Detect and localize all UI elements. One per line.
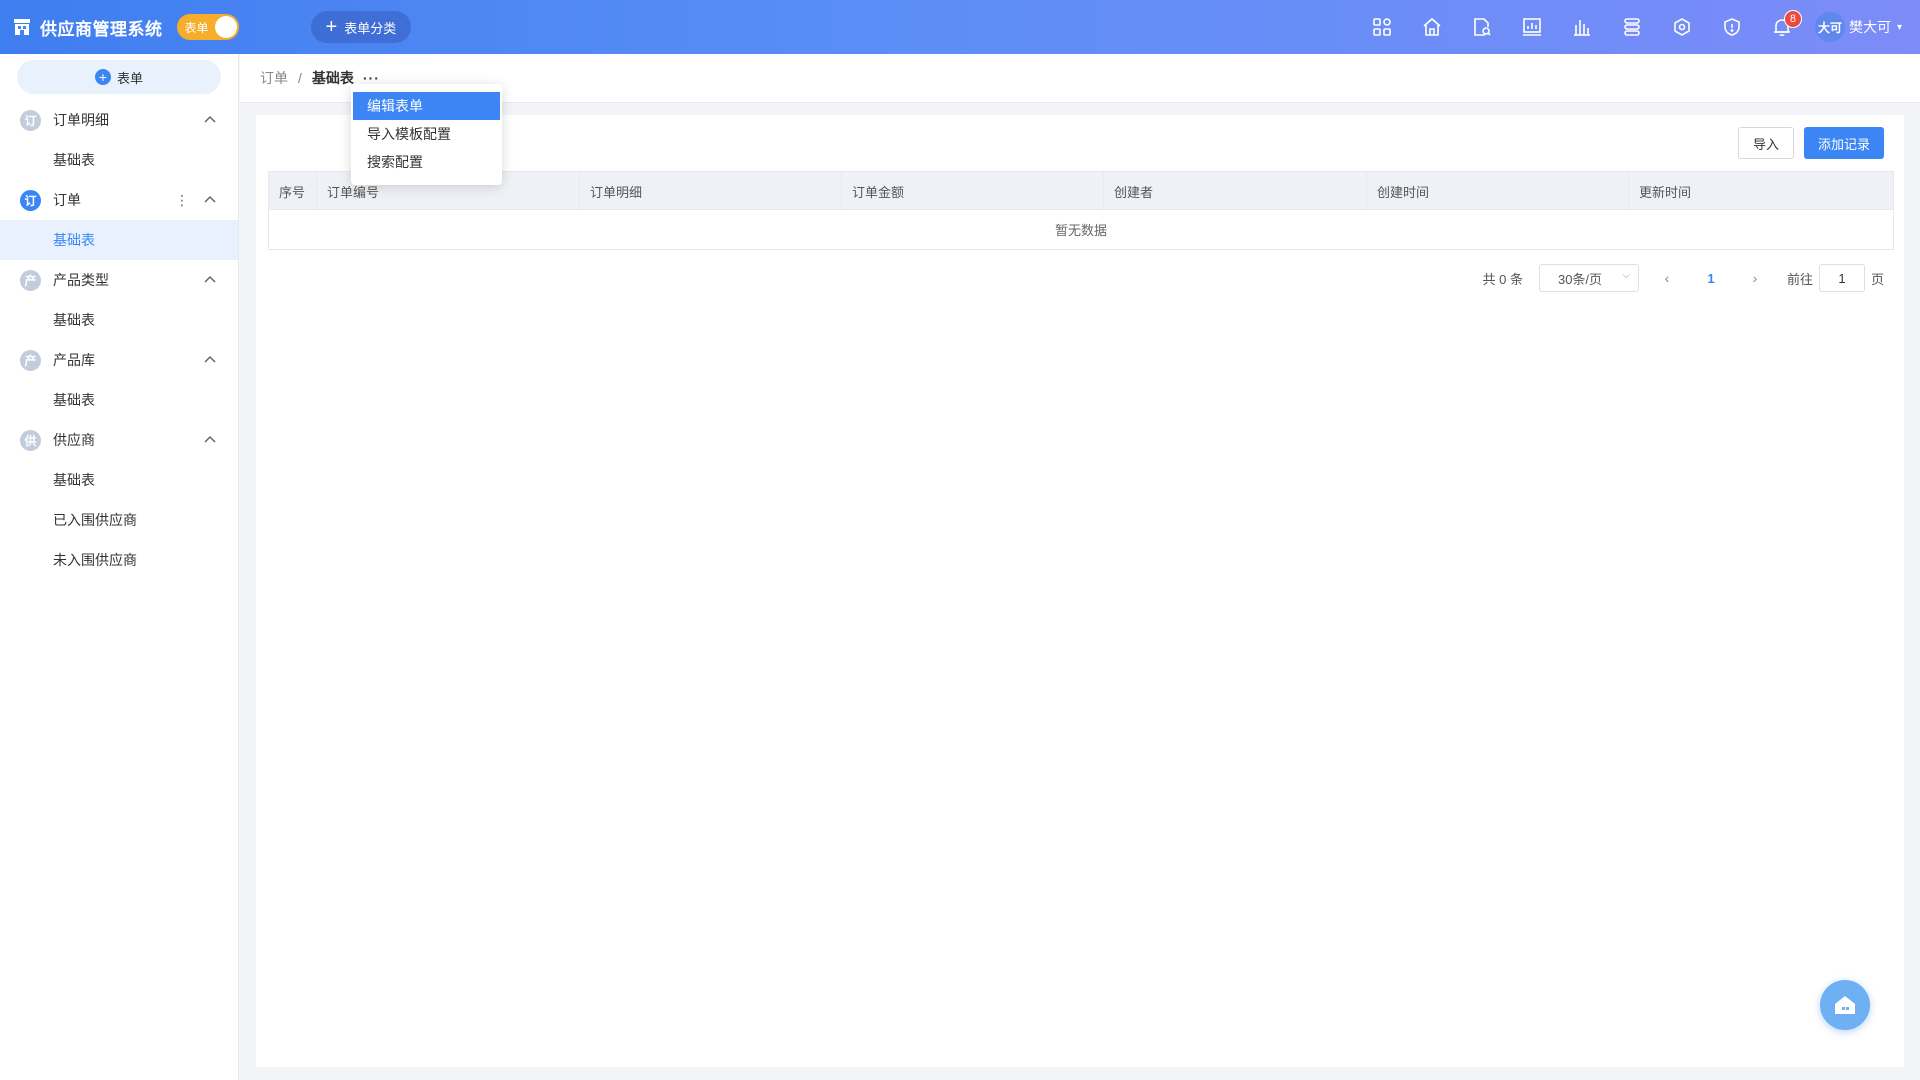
home-icon — [1423, 17, 1441, 36]
header-icon-bar: 8 大可 樊大可 ▾ — [1357, 0, 1920, 54]
more-options-menu: 编辑表单 导入模板配置 搜索配置 — [351, 84, 502, 185]
brand[interactable]: 供应商管理系统 — [12, 0, 163, 54]
table-header: 序号 订单编号 订单明细 订单金额 创建者 创建时间 更新时间 — [269, 172, 1893, 210]
column-header-order-detail[interactable]: 订单明细 — [580, 172, 842, 210]
import-button[interactable]: 导入 — [1738, 127, 1794, 159]
sidebar-group-label: 产品库 — [53, 352, 95, 368]
chevron-up-icon[interactable] — [202, 272, 218, 288]
empty-state: 暂无数据 — [1054, 223, 1107, 238]
data-table: 序号 订单编号 订单明细 订单金额 创建者 创建时间 更新时间 暂无数据 — [268, 171, 1894, 250]
page-size-select[interactable]: 30条/页 ⌵ — [1538, 264, 1639, 292]
breadcrumb-parent[interactable]: 订单 — [260, 68, 288, 88]
network-button[interactable] — [1657, 0, 1707, 54]
form-mode-toggle[interactable]: 表单 — [176, 14, 239, 40]
document-search-button[interactable] — [1457, 0, 1507, 54]
menu-item-search-config[interactable]: 搜索配置 — [353, 148, 500, 176]
house-icon — [1835, 996, 1855, 1014]
group-avatar-icon: 产 — [20, 269, 41, 291]
notification-badge: 8 — [1783, 10, 1802, 28]
sidebar-item-base-table[interactable]: 基础表 — [0, 300, 238, 340]
sidebar-group-label: 订单 — [53, 192, 81, 208]
form-category-label: 表单分类 — [344, 20, 397, 36]
page-size-value: 30条/页 — [1557, 271, 1603, 287]
security-button[interactable] — [1707, 0, 1757, 54]
sidebar-group-product-library[interactable]: 产 产品库 — [0, 340, 238, 380]
menu-item-import-template-config[interactable]: 导入模板配置 — [353, 120, 500, 148]
column-header-updated-time[interactable]: 更新时间 — [1629, 172, 1893, 210]
sidebar-nav: 订 订单明细 基础表 订 订单 ⋮ 基础表 产 产品类型 基础表 产 产品库 基… — [0, 100, 238, 580]
page-number[interactable]: 1 — [1695, 271, 1727, 286]
user-menu[interactable]: 大可 樊大可 ▾ — [1814, 12, 1902, 42]
group-avatar-icon: 订 — [20, 109, 41, 131]
user-name: 樊大可 — [1848, 19, 1891, 35]
sidebar-group-order-detail[interactable]: 订 订单明细 — [0, 100, 238, 140]
column-header-created-time[interactable]: 创建时间 — [1367, 172, 1629, 210]
page-suffix: 页 — [1870, 271, 1884, 287]
sidebar-item-base-table[interactable]: 基础表 — [0, 460, 238, 500]
goto-page-input[interactable] — [1818, 264, 1865, 292]
apps-grid-button[interactable] — [1357, 0, 1407, 54]
toggle-knob — [214, 16, 237, 38]
group-avatar-icon: 订 — [20, 189, 41, 211]
sidebar-item-shortlisted-suppliers[interactable]: 已入围供应商 — [0, 500, 238, 540]
sidebar-group-product-type[interactable]: 产 产品类型 — [0, 260, 238, 300]
group-avatar-icon: 产 — [20, 349, 41, 371]
avatar: 大可 — [1814, 12, 1845, 42]
add-form-button[interactable]: + 表单 — [17, 60, 221, 94]
plus-icon: + — [325, 16, 338, 38]
group-avatar-icon: 供 — [20, 429, 41, 451]
sidebar-item-non-shortlisted-suppliers[interactable]: 未入围供应商 — [0, 540, 238, 580]
column-header-creator[interactable]: 创建者 — [1104, 172, 1367, 210]
sidebar-group-supplier[interactable]: 供 供应商 — [0, 420, 238, 460]
toolbar: 导入 添加记录 — [1738, 127, 1884, 159]
breadcrumb-current: 基础表 — [311, 70, 354, 86]
bar-chart-button[interactable] — [1557, 0, 1607, 54]
dashboard-button[interactable] — [1507, 0, 1557, 54]
chevron-up-icon[interactable] — [202, 192, 218, 208]
shield-icon — [1724, 18, 1740, 36]
toggle-label: 表单 — [184, 20, 209, 35]
sidebar-item-base-table[interactable]: 基础表 — [0, 380, 238, 420]
flow-button[interactable] — [1607, 0, 1657, 54]
total-count: 共 0 条 — [1482, 271, 1523, 287]
document-search-icon — [1474, 18, 1491, 36]
chevron-down-icon: ⌵ — [1622, 270, 1630, 281]
prev-page-button[interactable]: ‹ — [1651, 270, 1683, 286]
chevron-up-icon[interactable] — [202, 432, 218, 448]
breadcrumb-separator: / — [298, 70, 302, 86]
store-icon — [14, 19, 30, 35]
column-header-index[interactable]: 序号 — [269, 172, 317, 210]
column-header-order-amount[interactable]: 订单金额 — [842, 172, 1104, 210]
sidebar-item-base-table[interactable]: 基础表 — [0, 140, 238, 180]
add-form-label: 表单 — [116, 70, 143, 86]
chevron-up-icon[interactable] — [202, 112, 218, 128]
sidebar: + 表单 订 订单明细 基础表 订 订单 ⋮ 基础表 产 产品类型 基础表 产 … — [0, 54, 239, 1080]
form-category-button[interactable]: + 表单分类 — [310, 11, 412, 43]
sidebar-group-order[interactable]: 订 订单 ⋮ — [0, 180, 238, 220]
notification-button[interactable]: 8 — [1757, 0, 1807, 54]
top-header: 供应商管理系统 表单 + 表单分类 8 大可 樊大可 ▾ — [0, 0, 1920, 54]
menu-item-edit-form[interactable]: 编辑表单 — [353, 92, 500, 120]
sidebar-item-base-table[interactable]: 基础表 — [0, 220, 238, 260]
sidebar-group-label: 供应商 — [53, 432, 95, 448]
goto-label: 前往 — [1786, 271, 1813, 287]
flow-icon — [1624, 18, 1640, 36]
floating-home-button[interactable] — [1820, 980, 1870, 1030]
content-panel: 导入 添加记录 序号 订单编号 订单明细 订单金额 创建者 创建时间 更新时间 … — [256, 115, 1904, 1067]
network-icon — [1674, 18, 1690, 36]
pagination: 共 0 条 30条/页 ⌵ ‹ 1 › 前往 页 — [1482, 264, 1884, 292]
chevron-up-icon[interactable] — [202, 352, 218, 368]
home-button[interactable] — [1407, 0, 1457, 54]
bar-chart-icon — [1573, 20, 1590, 36]
sidebar-group-label: 产品类型 — [53, 272, 109, 288]
plus-circle-icon: + — [94, 69, 111, 85]
dashboard-icon — [1522, 18, 1541, 36]
chevron-down-icon: ▾ — [1896, 21, 1902, 33]
apps-grid-icon — [1373, 18, 1391, 36]
add-record-button[interactable]: 添加记录 — [1804, 127, 1884, 159]
app-title: 供应商管理系统 — [40, 19, 163, 39]
more-vertical-icon[interactable]: ⋮ — [174, 192, 190, 209]
sidebar-group-label: 订单明细 — [53, 112, 109, 128]
next-page-button[interactable]: › — [1739, 270, 1771, 286]
